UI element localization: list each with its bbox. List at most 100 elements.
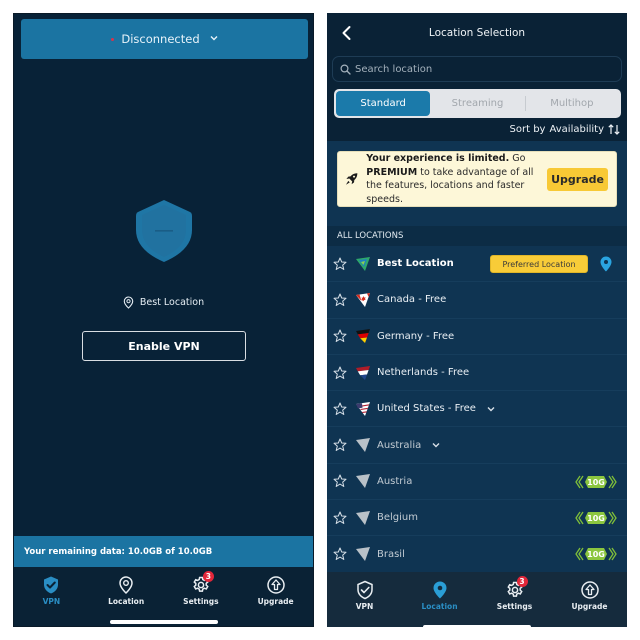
chevron-down-icon[interactable] (486, 404, 496, 414)
sort-by-control[interactable]: Sort by Availability (510, 124, 620, 135)
tab-vpn-label: VPN (42, 596, 61, 606)
sort-arrows-icon (608, 124, 620, 135)
speed-label: 10G (587, 478, 605, 487)
location-row-best-location[interactable]: Best Location Preferred Location (327, 246, 627, 283)
location-list-area: Your experience is limited. Go PREMIUM t… (327, 141, 627, 573)
speed-10g-badge: 10G (575, 511, 617, 525)
tab-upgrade-label: Upgrade (257, 596, 294, 606)
speed-10g-badge: 10G (575, 475, 617, 489)
location-name: Netherlands - Free (377, 367, 470, 379)
location-row-canada[interactable]: Canada - Free (327, 282, 627, 319)
page-title: Location Selection (428, 27, 526, 39)
search-field[interactable] (332, 56, 622, 82)
location-name: Best Location (377, 258, 454, 270)
netherlands-flag-icon (356, 365, 370, 380)
enable-vpn-button[interactable]: Enable VPN (82, 331, 246, 361)
preferred-location-badge: Preferred Location (490, 255, 588, 273)
search-input[interactable] (355, 63, 605, 75)
favorite-star-icon[interactable] (333, 438, 347, 452)
upgrade-button[interactable]: Upgrade (547, 167, 608, 191)
segment-streaming[interactable]: Streaming (430, 91, 524, 116)
tab-upgrade-label: Upgrade (571, 601, 608, 611)
location-row-belgium[interactable]: Belgium 10G (327, 500, 627, 537)
upgrade-arrow-icon (266, 575, 286, 595)
favorite-star-icon[interactable] (333, 366, 347, 380)
upsell-premium: PREMIUM (366, 166, 418, 178)
location-pin-icon (116, 575, 136, 595)
location-row-australia[interactable]: Australia (327, 427, 627, 464)
nav-header: Location Selection (327, 13, 627, 53)
upsell-headline: Your experience is limited. (366, 153, 510, 164)
location-name: United States - Free (377, 403, 476, 415)
location-pin-icon (600, 256, 612, 272)
united-states-flag-icon (356, 401, 370, 416)
remaining-data-text: Your remaining data: 10.0GB of 10.0GB (24, 546, 213, 557)
location-row-netherlands[interactable]: Netherlands - Free (327, 355, 627, 392)
tab-settings-label: Settings (496, 601, 533, 611)
tab-vpn[interactable]: VPN (14, 567, 89, 613)
tab-upgrade[interactable]: Upgrade (552, 572, 627, 618)
favorite-star-icon[interactable] (333, 329, 347, 343)
location-row-united-states[interactable]: United States - Free (327, 391, 627, 428)
favorite-star-icon[interactable] (333, 547, 347, 561)
chevron-left-icon[interactable] (339, 25, 355, 41)
segment-standard[interactable]: Standard (336, 91, 431, 116)
bottom-tab-bar: VPN Location 3 Settings Upgrade (327, 572, 627, 627)
sort-by-label: Sort by (509, 124, 546, 135)
connection-status-dropdown[interactable]: Disconnected (21, 19, 308, 59)
segment-multihop[interactable]: Multihop (524, 91, 619, 116)
favorite-star-icon[interactable] (333, 474, 347, 488)
sort-by-value: Availability (549, 124, 604, 135)
tab-vpn[interactable]: VPN (327, 572, 402, 618)
location-name: Canada - Free (377, 294, 447, 306)
connection-status-label: Disconnected (121, 32, 200, 46)
premium-upsell-banner: Your experience is limited. Go PREMIUM t… (337, 151, 617, 207)
favorite-star-icon[interactable] (333, 293, 347, 307)
speed-label: 10G (587, 550, 605, 559)
tab-vpn-label: VPN (355, 601, 374, 611)
location-selection-screen: Location Selection Standard Streaming Mu… (327, 13, 627, 627)
speed-10g-badge: 10G (575, 548, 617, 561)
search-icon (340, 63, 351, 75)
tab-location[interactable]: Location (402, 572, 477, 618)
locked-flag-icon (356, 474, 370, 489)
favorite-star-icon[interactable] (333, 257, 347, 271)
location-type-segmented-control: Standard Streaming Multihop (334, 89, 621, 118)
selected-location-label: Best Location (139, 297, 205, 308)
upgrade-arrow-icon (580, 580, 600, 600)
shield-disconnected-icon (134, 198, 194, 264)
tab-settings[interactable]: 3 Settings (164, 567, 239, 613)
chevron-down-icon[interactable] (431, 440, 441, 450)
all-locations-header: ALL LOCATIONS (327, 226, 627, 246)
tab-location-label: Location (421, 601, 458, 611)
tab-location[interactable]: Location (89, 567, 164, 613)
upsell-message: Your experience is limited. Go PREMIUM t… (366, 152, 539, 206)
rocket-icon (345, 173, 358, 185)
settings-notification-badge: 3 (516, 575, 528, 587)
gear-icon: 3 (191, 570, 214, 595)
location-name: Belgium (377, 512, 418, 524)
location-row-germany[interactable]: Germany - Free (327, 319, 627, 355)
bottom-tab-bar: VPN Location 3 Settings Upgrade (14, 567, 313, 626)
home-indicator[interactable] (423, 625, 531, 627)
location-name: Australia (377, 439, 422, 451)
speed-label: 10G (587, 514, 605, 523)
vpn-home-screen: Disconnected Best Location Enable VPN Yo… (13, 13, 314, 627)
location-pin-icon (123, 296, 134, 309)
germany-flag-icon (356, 329, 370, 344)
home-indicator[interactable] (109, 620, 218, 624)
location-pin-icon (430, 580, 450, 600)
best-location-flag-icon (356, 256, 370, 271)
selected-location[interactable]: Best Location (14, 296, 313, 309)
location-row-brasil[interactable]: Brasil 10G (327, 536, 627, 573)
tab-settings-label: Settings (183, 596, 219, 606)
locked-flag-icon (356, 547, 370, 562)
location-row-austria[interactable]: Austria 10G (327, 464, 627, 501)
favorite-star-icon[interactable] (333, 402, 347, 416)
tab-upgrade[interactable]: Upgrade (238, 567, 313, 613)
status-dot-icon (111, 37, 115, 41)
remaining-data-banner: Your remaining data: 10.0GB of 10.0GB (14, 536, 313, 567)
upsell-text-1: Go (509, 153, 526, 164)
tab-settings[interactable]: 3 Settings (477, 572, 552, 618)
favorite-star-icon[interactable] (333, 511, 347, 525)
